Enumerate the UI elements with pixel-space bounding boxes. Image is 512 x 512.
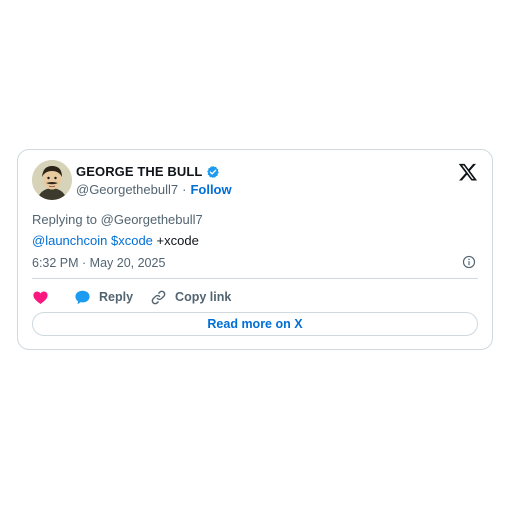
copy-link-label: Copy link [175, 290, 232, 304]
avatar-portrait-icon [32, 160, 72, 200]
tweet-embed-card: GEORGE THE BULL @Georgethebull7 · Follow… [17, 149, 493, 350]
reply-button[interactable]: Reply [74, 289, 133, 306]
read-more-label: Read more on X [207, 317, 303, 331]
reply-label: Reply [99, 290, 134, 304]
author-handle-row: @Georgethebull7 · Follow [76, 182, 232, 197]
author-display-name[interactable]: GEORGE THE BULL [76, 164, 202, 179]
speech-bubble-icon [75, 290, 90, 304]
follow-button[interactable]: Follow [190, 182, 231, 197]
author-name-row: GEORGE THE BULL [76, 164, 220, 179]
separator-dot: · [182, 182, 187, 197]
author-handle[interactable]: @Georgethebull7 [76, 182, 178, 197]
tweet-timestamp[interactable]: 6:32 PM · May 20, 2025 [32, 256, 165, 270]
tweet-body-text: +xcode [152, 233, 199, 248]
avatar[interactable] [32, 160, 72, 200]
chain-link-icon [151, 290, 166, 304]
tweet-text: @launchcoin $xcode +xcode [32, 233, 199, 248]
x-logo-icon[interactable] [458, 162, 478, 182]
cashtag-link[interactable]: $xcode [111, 233, 153, 248]
info-icon[interactable] [462, 255, 476, 269]
like-button[interactable] [32, 289, 74, 306]
replying-to-text: Replying to @Georgethebull7 [32, 212, 203, 227]
heart-icon [33, 291, 48, 304]
read-more-button[interactable]: Read more on X [32, 312, 478, 336]
action-bar: Reply Copy link [32, 287, 231, 307]
verified-badge-icon [207, 165, 220, 178]
copy-link-button[interactable]: Copy link [150, 289, 231, 306]
mention-link[interactable]: @launchcoin [32, 233, 107, 248]
divider [32, 278, 478, 279]
